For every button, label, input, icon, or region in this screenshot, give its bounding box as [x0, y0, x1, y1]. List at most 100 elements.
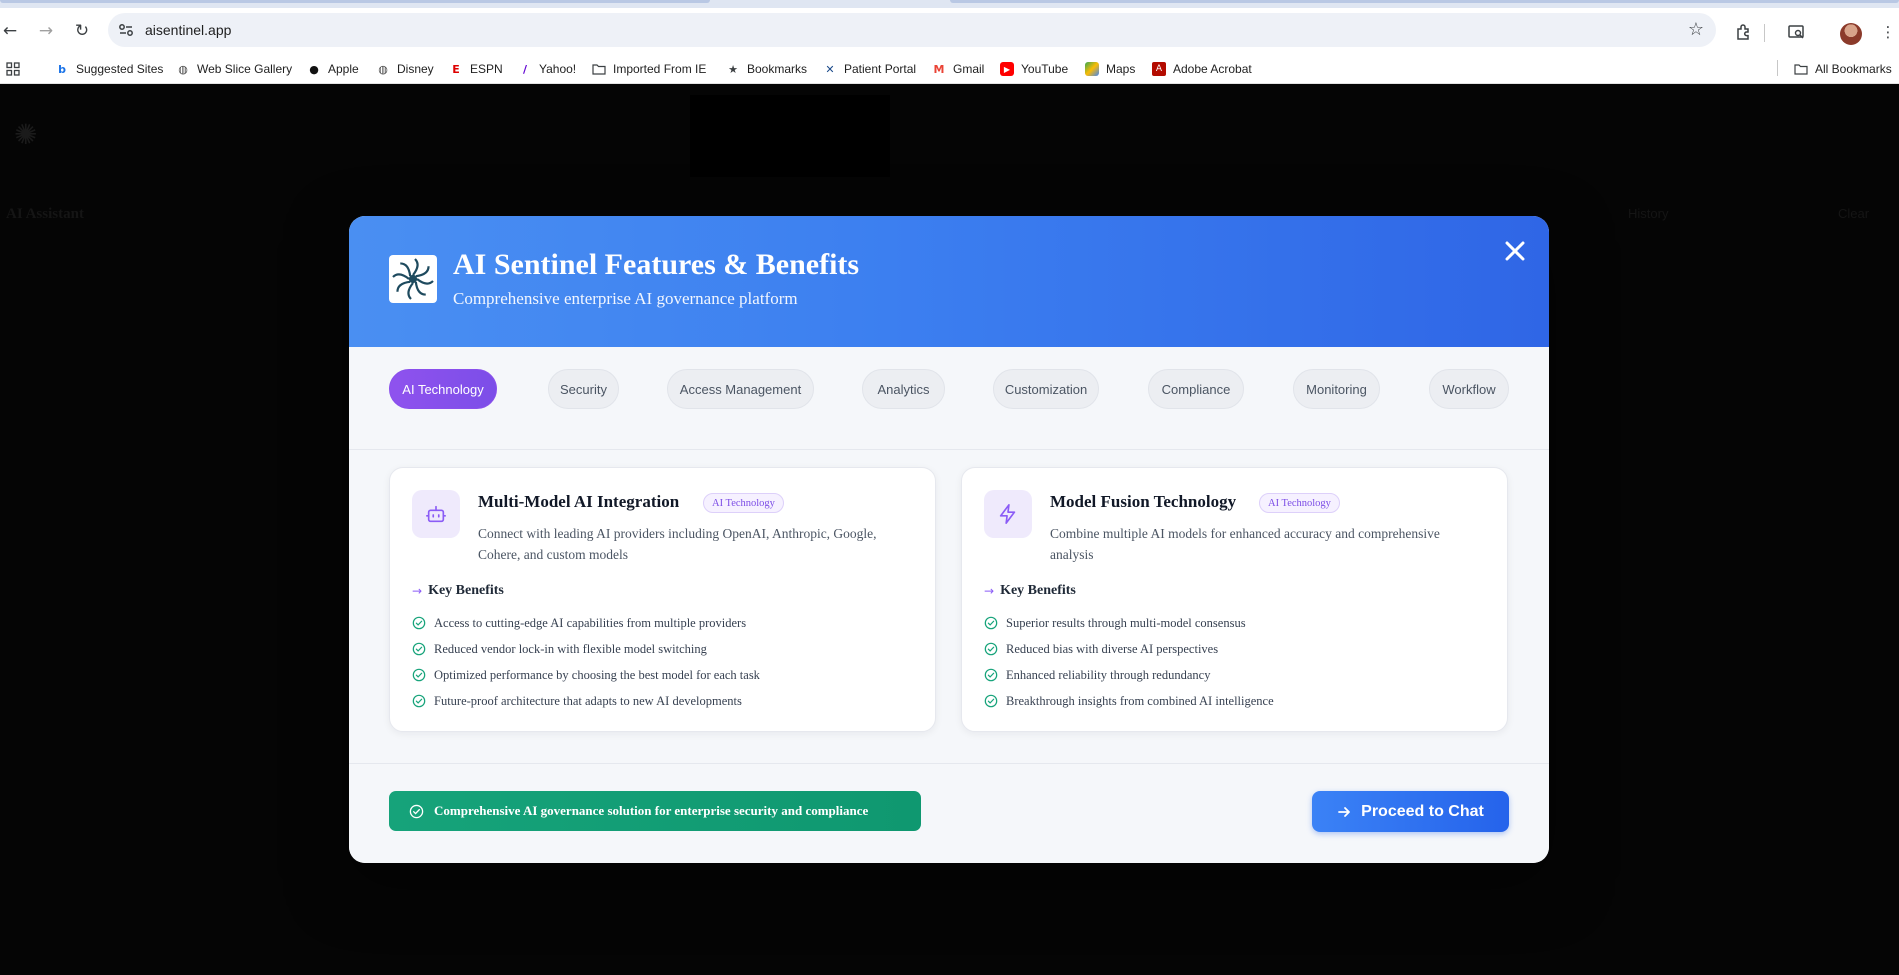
bookmark-gmail[interactable]: M Gmail: [932, 60, 985, 78]
check-circle-icon: [412, 642, 426, 656]
yahoo-icon: /: [522, 62, 528, 76]
profile-avatar[interactable]: [1840, 23, 1862, 45]
all-bookmarks-label: All Bookmarks: [1815, 62, 1892, 76]
bookmark-disney[interactable]: ◍ Disney: [376, 60, 434, 78]
bookmark-patient-portal[interactable]: ✕ Patient Portal: [823, 60, 916, 78]
key-benefits-label: Key Benefits: [1000, 583, 1076, 598]
bookmark-label: Suggested Sites: [76, 62, 164, 76]
back-arrow-icon[interactable]: ←: [0, 21, 20, 41]
arrow-right-icon: →: [412, 584, 423, 598]
bing-icon: b: [58, 62, 66, 76]
browser-tab[interactable]: [950, 0, 1899, 3]
menu-dots-icon[interactable]: ⋮: [1878, 22, 1898, 42]
bookmarks-divider: [1777, 60, 1778, 76]
bookmark-label: Adobe Acrobat: [1173, 62, 1252, 76]
bookmark-label: Bookmarks: [747, 62, 808, 76]
close-icon[interactable]: [1500, 236, 1530, 266]
check-circle-icon: [412, 616, 426, 630]
apps-grid-icon[interactable]: [6, 60, 20, 78]
globe-icon: ◍: [178, 62, 188, 76]
benefit-text: Optimized performance by choosing the be…: [434, 667, 760, 682]
bookmark-label: YouTube: [1021, 62, 1069, 76]
reload-icon[interactable]: ↻: [72, 21, 92, 41]
ai-sentinel-logo-icon: [389, 255, 437, 303]
tab-access-management[interactable]: Access Management: [667, 369, 814, 409]
benefits-list: Access to cutting-edge AI capabilities f…: [412, 610, 760, 714]
bookmark-label: Web Slice Gallery: [197, 62, 293, 76]
benefit-item: Enhanced reliability through redundancy: [984, 662, 1274, 688]
folder-icon: [592, 62, 606, 76]
bookmark-label: Maps: [1106, 62, 1136, 76]
tab-search-icon[interactable]: [1786, 22, 1806, 42]
toolbar-divider: [1764, 24, 1765, 42]
benefit-item: Reduced vendor lock-in with flexible mod…: [412, 636, 760, 662]
address-bar[interactable]: aisentinel.app ☆: [108, 13, 1716, 47]
url-text[interactable]: aisentinel.app: [145, 22, 231, 38]
bookmark-bookmarks[interactable]: ★ Bookmarks: [726, 60, 807, 78]
check-circle-icon: [984, 616, 998, 630]
check-circle-icon: [412, 668, 426, 682]
bookmark-espn[interactable]: E ESPN: [449, 60, 502, 78]
card-description: Combine multiple AI models for enhanced …: [1050, 526, 1440, 562]
clear-button[interactable]: Clear: [1838, 206, 1869, 221]
bookmark-adobe-acrobat[interactable]: A Adobe Acrobat: [1152, 60, 1252, 78]
history-button[interactable]: History: [1628, 206, 1668, 221]
extensions-icon[interactable]: [1734, 22, 1754, 42]
check-circle-icon: [409, 804, 424, 818]
benefit-text: Future-proof architecture that adapts to…: [434, 693, 742, 708]
app-header-banner: [690, 95, 890, 177]
forward-arrow-icon[interactable]: →: [36, 21, 56, 41]
card-badge: AI Technology: [1259, 493, 1340, 513]
arrow-right-icon: [1338, 806, 1351, 817]
tab-compliance[interactable]: Compliance: [1148, 369, 1244, 409]
tab-workflow[interactable]: Workflow: [1429, 369, 1509, 409]
app-logo-icon: ✺: [14, 118, 38, 151]
benefit-text: Enhanced reliability through redundancy: [1006, 667, 1211, 682]
benefit-text: Superior results through multi-model con…: [1006, 615, 1246, 630]
tab-customization[interactable]: Customization: [993, 369, 1099, 409]
key-benefits-heading: → Key Benefits: [984, 583, 1076, 599]
browser-tab[interactable]: [0, 0, 710, 3]
key-benefits-heading: → Key Benefits: [412, 583, 504, 599]
bookmark-web-slice-gallery[interactable]: ◍ Web Slice Gallery: [176, 60, 292, 78]
bookmark-maps[interactable]: Maps: [1085, 60, 1135, 78]
benefit-item: Future-proof architecture that adapts to…: [412, 688, 760, 714]
bookmark-imported-from-ie[interactable]: Imported From IE: [592, 60, 706, 78]
bookmark-suggested-sites[interactable]: b Suggested Sites: [55, 60, 163, 78]
modal-header: AI Sentinel Features & Benefits Comprehe…: [349, 216, 1549, 347]
bookmark-apple[interactable]: ● Apple: [307, 60, 359, 78]
tab-monitoring[interactable]: Monitoring: [1293, 369, 1380, 409]
benefit-text: Access to cutting-edge AI capabilities f…: [434, 615, 747, 630]
robot-icon: [412, 490, 460, 538]
features-modal: AI Sentinel Features & Benefits Comprehe…: [349, 216, 1549, 863]
key-benefits-label: Key Benefits: [428, 583, 504, 598]
bookmarks-bar: b Suggested Sites ◍ Web Slice Gallery ● …: [0, 52, 1899, 84]
governance-banner: Comprehensive AI governance solution for…: [389, 791, 921, 831]
bookmark-yahoo[interactable]: / Yahoo!: [518, 60, 576, 78]
bookmark-label: Apple: [328, 62, 359, 76]
site-info-icon[interactable]: [118, 22, 134, 38]
x-logo-icon: ✕: [825, 62, 835, 76]
check-circle-icon: [412, 694, 426, 708]
all-bookmarks[interactable]: All Bookmarks: [1794, 60, 1892, 78]
bookmark-star-icon[interactable]: ☆: [1688, 19, 1704, 40]
card-title: Multi-Model AI Integration: [478, 492, 680, 511]
check-circle-icon: [984, 694, 998, 708]
youtube-icon: ▶: [1000, 62, 1014, 76]
acrobat-icon: A: [1152, 62, 1166, 76]
modal-title: AI Sentinel Features & Benefits: [453, 248, 860, 281]
card-title: Model Fusion Technology: [1050, 492, 1237, 511]
modal-subtitle: Comprehensive enterprise AI governance p…: [453, 289, 798, 308]
tab-security[interactable]: Security: [548, 369, 619, 409]
tab-analytics[interactable]: Analytics: [862, 369, 945, 409]
banner-text: Comprehensive AI governance solution for…: [434, 803, 869, 818]
proceed-to-chat-button[interactable]: Proceed to Chat: [1312, 791, 1509, 832]
tab-ai-technology[interactable]: AI Technology: [389, 369, 497, 409]
bookmark-label: Patient Portal: [844, 62, 917, 76]
app-title: AI Assistant: [6, 206, 84, 222]
bookmark-youtube[interactable]: ▶ YouTube: [1000, 60, 1068, 78]
star-icon: ★: [728, 62, 738, 76]
benefit-item: Breakthrough insights from combined AI i…: [984, 688, 1274, 714]
bookmark-label: Imported From IE: [613, 62, 707, 76]
benefit-item: Optimized performance by choosing the be…: [412, 662, 760, 688]
